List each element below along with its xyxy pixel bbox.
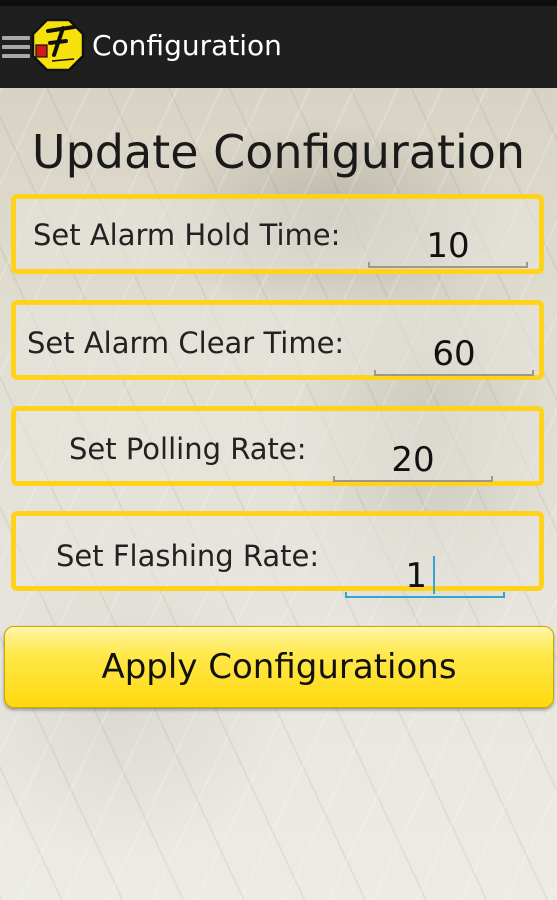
polling-rate-input[interactable]: 20	[333, 438, 493, 482]
page-title: Update Configuration	[31, 125, 526, 179]
hamburger-icon[interactable]	[2, 36, 30, 60]
flashing-rate-input[interactable]: 1	[345, 554, 505, 598]
status-bar	[0, 0, 557, 6]
alarm-clear-time-input[interactable]: 60	[374, 332, 534, 376]
alarm-clear-time-row: Set Alarm Clear Time: 60	[11, 300, 544, 380]
apply-configurations-label: Apply Configurations	[101, 647, 457, 687]
flashing-rate-row: Set Flashing Rate: 1	[11, 511, 544, 598]
apply-configurations-button[interactable]: Apply Configurations	[4, 626, 554, 708]
alarm-hold-time-value: 10	[426, 226, 470, 266]
alarm-clear-time-value: 60	[432, 334, 476, 374]
alarm-clear-time-label: Set Alarm Clear Time:	[27, 326, 345, 360]
alarm-hold-time-row: Set Alarm Hold Time: 10	[11, 194, 544, 274]
alarm-hold-time-label: Set Alarm Hold Time:	[33, 218, 341, 252]
polling-rate-value: 20	[391, 440, 435, 480]
polling-rate-label: Set Polling Rate:	[69, 432, 307, 466]
app-logo-icon[interactable]	[30, 17, 86, 73]
app-title: Configuration	[92, 29, 282, 62]
text-cursor	[433, 556, 435, 594]
flashing-rate-label: Set Flashing Rate:	[56, 539, 320, 573]
flashing-rate-value: 1	[405, 556, 427, 596]
polling-rate-row: Set Polling Rate: 20	[11, 406, 544, 486]
alarm-hold-time-input[interactable]: 10	[368, 224, 528, 268]
action-bar: Configuration	[0, 0, 557, 88]
